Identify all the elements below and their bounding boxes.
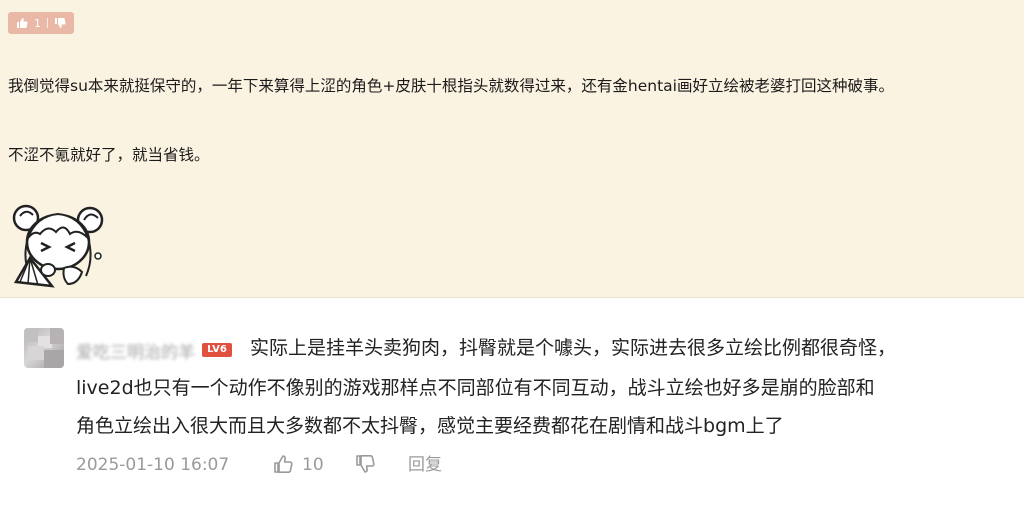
comment-paragraph-2: 不涩不氪就好了，就当省钱。 — [8, 146, 210, 164]
thumbs-up-icon[interactable] — [16, 17, 28, 29]
like-count: 1 — [34, 16, 41, 30]
chibi-girl-sticker-icon — [8, 198, 106, 290]
thumbs-down-icon[interactable] — [354, 453, 376, 481]
like-count: 10 — [302, 455, 324, 475]
reply-comment: 爱吃三明治的羊 LV6 实际上是挂羊头卖狗肉，抖臀就是个噱头，实际进去很多立绘比… — [0, 298, 1024, 510]
thumbs-up-icon[interactable] — [272, 453, 294, 481]
thumbs-down-icon[interactable] — [54, 17, 66, 29]
reply-text-line-1: 实际上是挂羊头卖狗肉，抖臀就是个噱头，实际进去很多立绘比例都很奇怪， — [250, 337, 897, 359]
top-comment-card: 1 我倒觉得su本来就挺保守的，一年下来算得上涩的角色+皮肤十根指头就数得过来，… — [0, 0, 1024, 298]
level-badge: LV6 — [202, 343, 232, 357]
divider — [47, 18, 48, 28]
timestamp: 2025-01-10 16:07 — [76, 455, 230, 475]
reply-text-line-2: live2d也只有一个动作不像别的游戏那样点不同部位有不同互动，战斗立绘也好多是… — [76, 377, 875, 399]
avatar[interactable] — [24, 328, 64, 368]
reply-button[interactable]: 回复 — [408, 454, 442, 476]
username[interactable]: 爱吃三明治的羊 — [76, 338, 195, 363]
vote-pill: 1 — [8, 12, 74, 34]
reply-text-line-3: 角色立绘出入很大而且大多数都不太抖臀，感觉主要经费都花在剧情和战斗bgm上了 — [76, 415, 784, 437]
comment-paragraph-1: 我倒觉得su本来就挺保守的，一年下来算得上涩的角色+皮肤十根指头就数得过来，还有… — [8, 77, 894, 95]
